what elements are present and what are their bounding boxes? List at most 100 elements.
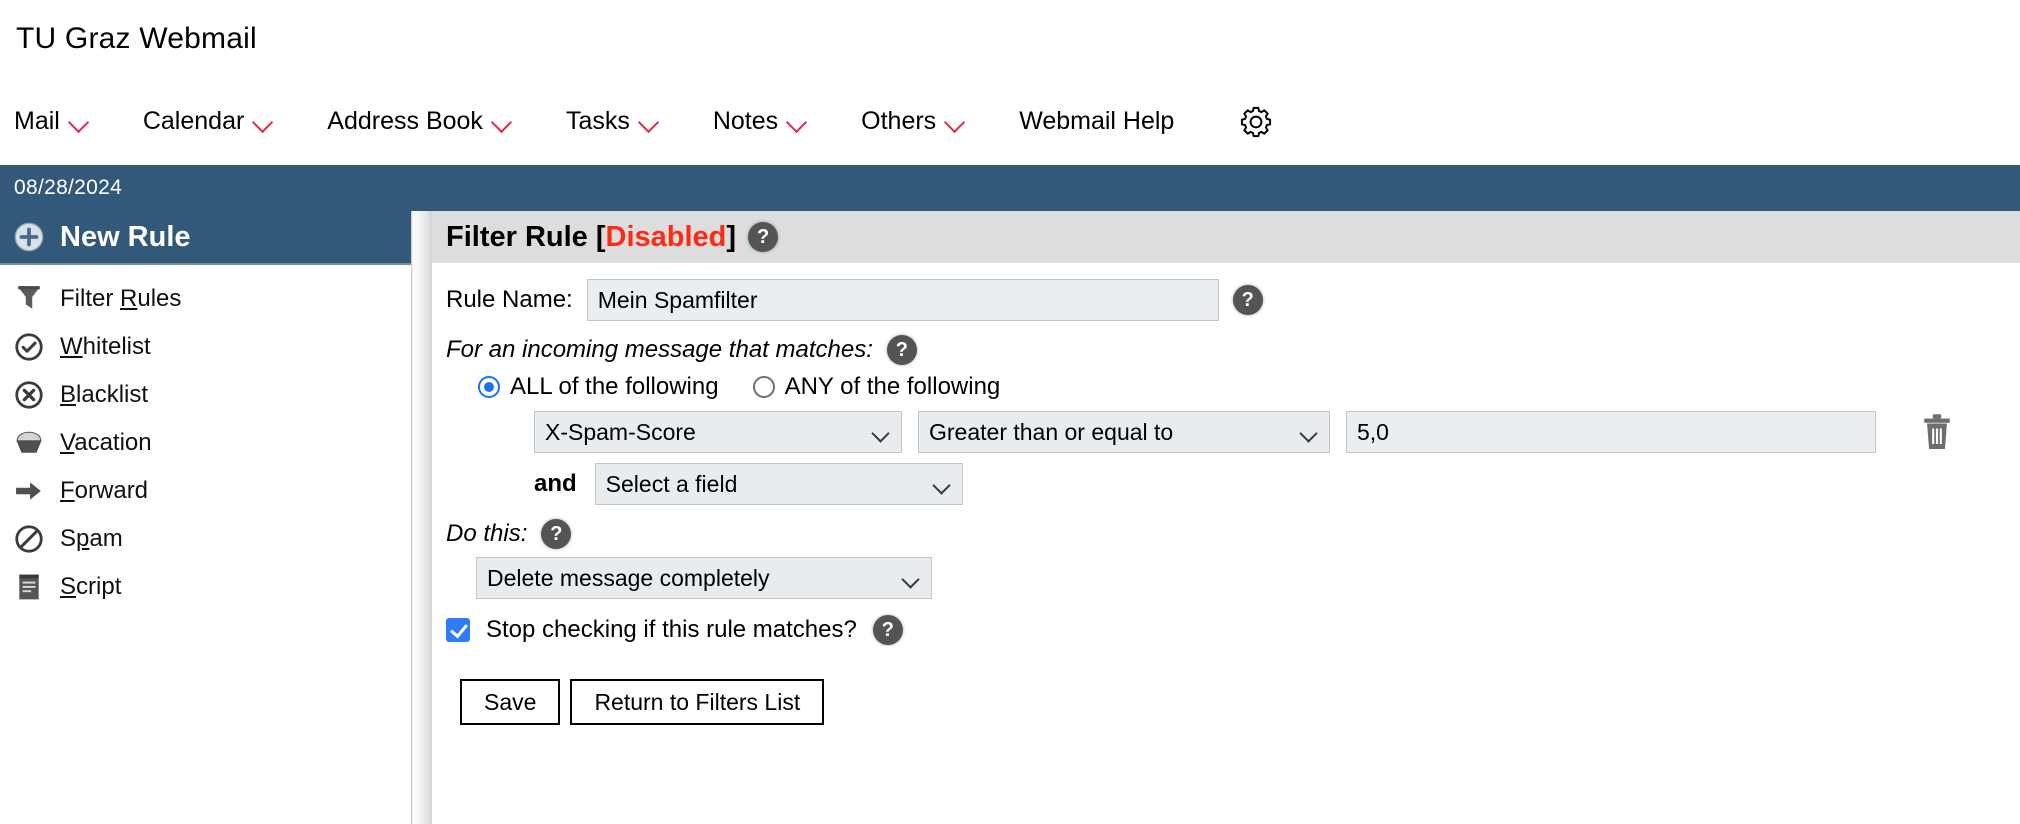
chevron-down-icon — [492, 115, 514, 128]
match-mode-row: ALL of the following ANY of the followin… — [478, 373, 2020, 401]
sidebar-item-label: Spam — [60, 525, 123, 552]
sidebar-item-label: Vacation — [60, 429, 152, 456]
rule-name-input[interactable] — [586, 279, 1219, 321]
sidebar-item-label: Blacklist — [60, 381, 149, 408]
sidebar-item-label: Forward — [60, 477, 149, 504]
chevron-down-icon — [69, 115, 91, 128]
settings-button[interactable] — [1238, 104, 1274, 140]
match-legend: For an incoming message that matches: — [446, 336, 873, 363]
radio-match-all-label: ALL of the following — [510, 373, 719, 400]
chevron-down-icon — [904, 573, 921, 583]
panel-header: Filter Rule [Disabled] ? — [432, 211, 2020, 263]
chevron-down-icon — [1302, 427, 1319, 437]
help-icon-do-this[interactable]: ? — [541, 519, 572, 549]
sidebar-item-forward[interactable]: Forward — [0, 467, 411, 515]
nav-item-label: Tasks — [565, 107, 630, 135]
vacation-hat-icon — [14, 428, 44, 458]
condition-next-row: and Select a field — [534, 463, 2020, 505]
status-badge: Disabled — [605, 220, 727, 253]
do-this-row: Delete message completely — [476, 557, 2020, 599]
nav-item-others[interactable]: Others — [861, 107, 993, 136]
sidebar-item-label: Whitelist — [60, 333, 151, 360]
panel-divider[interactable] — [412, 211, 432, 824]
check-circle-icon — [14, 332, 44, 362]
action-select[interactable]: Delete message completely — [476, 557, 932, 599]
page-body: New Rule Filter Rules Whitelist Blacklis… — [0, 211, 2020, 824]
chevron-down-icon — [874, 427, 891, 437]
action-value: Delete message completely — [487, 564, 770, 591]
sidebar-menu: Filter Rules Whitelist Blacklist Vacatio… — [0, 265, 411, 611]
plus-circle-icon — [14, 222, 44, 252]
filter-rule-form: Rule Name: ? For an incoming message tha… — [432, 263, 2020, 725]
do-this-legend: Do this: — [446, 520, 528, 547]
trash-icon[interactable] — [1920, 413, 1954, 451]
help-icon-rule[interactable]: ? — [748, 222, 779, 252]
funnel-icon — [14, 284, 44, 314]
help-icon-match[interactable]: ? — [886, 335, 917, 365]
radio-match-all[interactable] — [478, 376, 500, 398]
filter-rule-panel: Filter Rule [Disabled] ? Rule Name: ? Fo… — [432, 211, 2020, 824]
nav-item-tasks[interactable]: Tasks — [566, 107, 687, 136]
nav-item-label: Mail — [14, 107, 60, 135]
sidebar-item-label: Filter Rules — [60, 285, 182, 312]
condition-conjunction-label: and — [534, 470, 577, 497]
nav-item-mail[interactable]: Mail — [14, 107, 117, 136]
condition-operator-select[interactable]: Greater than or equal to — [918, 411, 1330, 453]
radio-match-any[interactable] — [752, 376, 775, 398]
page-title-prefix: Filter Rule [ — [446, 220, 606, 253]
chevron-down-icon — [787, 115, 809, 128]
chevron-down-icon — [935, 479, 952, 489]
app-title: TU Graz Webmail — [16, 22, 257, 55]
return-to-filters-list-button[interactable]: Return to Filters List — [570, 679, 825, 725]
chevron-down-icon — [639, 115, 661, 128]
app-header: TU Graz Webmail — [0, 0, 2020, 78]
x-circle-icon — [14, 380, 44, 410]
nav-item-label: Others — [861, 107, 937, 135]
chevron-down-icon — [945, 115, 967, 128]
sidebar-item-vacation[interactable]: Vacation — [0, 419, 411, 467]
new-rule-label: New Rule — [60, 220, 191, 253]
chevron-down-icon — [253, 115, 275, 128]
nav-item-address-book[interactable]: Address Book — [327, 107, 540, 136]
stop-checking-label: Stop checking if this rule matches? — [486, 616, 857, 643]
help-icon-stop-checking[interactable]: ? — [872, 615, 903, 645]
condition-row: X-Spam-Score Greater than or equal to — [534, 411, 2020, 453]
rule-name-label: Rule Name: — [446, 286, 573, 313]
sidebar-item-filter-rules[interactable]: Filter Rules — [0, 275, 411, 323]
condition-value-input[interactable] — [1346, 411, 1876, 453]
page-title: Filter Rule [Disabled] — [446, 221, 736, 254]
sidebar: New Rule Filter Rules Whitelist Blacklis… — [0, 211, 412, 824]
nav-item-calendar[interactable]: Calendar — [143, 107, 301, 136]
sidebar-item-whitelist[interactable]: Whitelist — [0, 323, 411, 371]
current-date: 08/28/2024 — [14, 176, 123, 199]
new-rule-button[interactable]: New Rule — [0, 211, 411, 265]
match-legend-row: For an incoming message that matches: ? — [446, 335, 2020, 365]
no-entry-icon — [14, 524, 44, 554]
rule-name-row: Rule Name: ? — [446, 279, 2020, 321]
sidebar-item-blacklist[interactable]: Blacklist — [0, 371, 411, 419]
help-icon-rule-name[interactable]: ? — [1232, 285, 1263, 315]
radio-match-any-label: ANY of the following — [784, 373, 1001, 400]
condition-field-select[interactable]: X-Spam-Score — [534, 411, 902, 453]
sidebar-item-script[interactable]: Script — [0, 563, 411, 611]
arrow-right-icon — [14, 476, 44, 506]
nav-item-label: Webmail Help — [1019, 107, 1175, 135]
condition-operator-value: Greater than or equal to — [929, 418, 1174, 445]
sidebar-item-label: Script — [60, 573, 122, 600]
script-document-icon — [14, 572, 44, 602]
save-button[interactable]: Save — [460, 679, 561, 725]
page-title-suffix: ] — [726, 220, 737, 253]
status-bar: 08/28/2024 — [0, 165, 2020, 211]
main-navigation: Mail Calendar Address Book Tasks Notes O… — [0, 78, 2020, 165]
sidebar-item-spam[interactable]: Spam — [0, 515, 411, 563]
nav-item-label: Calendar — [142, 107, 245, 135]
do-this-legend-row: Do this: ? — [446, 519, 2020, 549]
nav-item-webmail-help[interactable]: Webmail Help — [1019, 107, 1200, 136]
gear-icon — [1241, 106, 1272, 137]
condition-next-field-select[interactable]: Select a field — [594, 463, 963, 505]
condition-field-value: X-Spam-Score — [545, 418, 696, 445]
form-actions: Save Return to Filters List — [460, 679, 2020, 725]
nav-item-notes[interactable]: Notes — [713, 107, 835, 136]
condition-next-field-value: Select a field — [605, 470, 738, 497]
stop-checking-checkbox[interactable] — [446, 618, 470, 642]
